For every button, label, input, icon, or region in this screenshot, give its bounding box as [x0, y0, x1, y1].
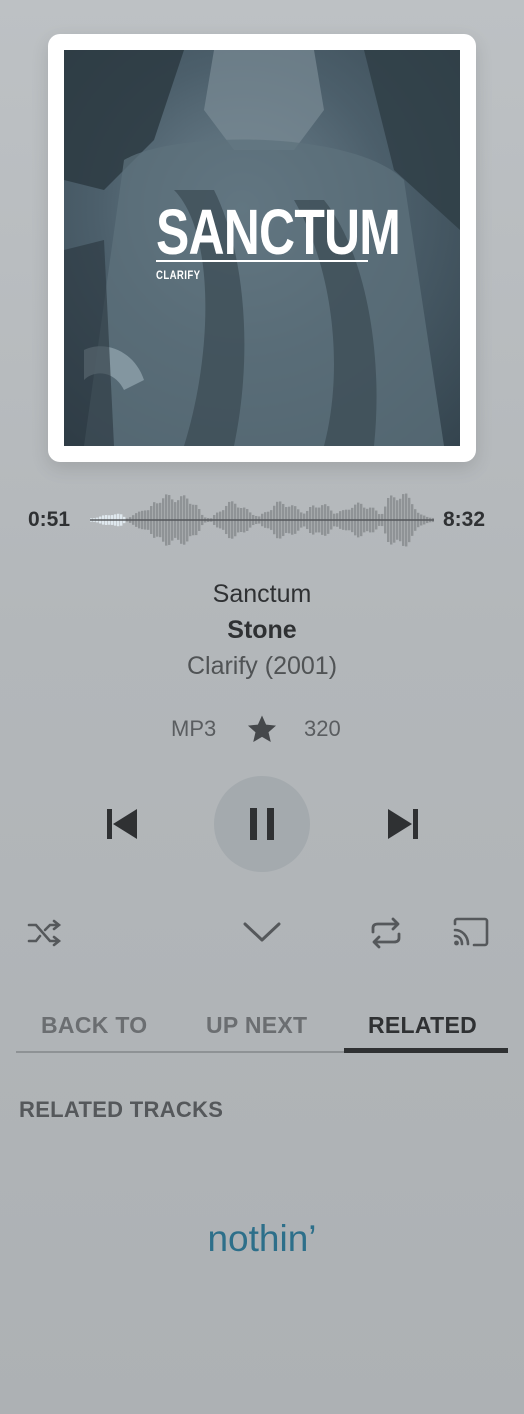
skip-next-icon[interactable]: [385, 806, 421, 842]
repeat-icon[interactable]: [368, 916, 404, 950]
total-time: 8:32: [443, 508, 486, 531]
empty-state-text: nothin’: [207, 1218, 317, 1259]
elapsed-time: 0:51: [28, 508, 71, 531]
chevron-down-icon[interactable]: [242, 918, 282, 946]
album-art-title: SANCTUM: [156, 196, 401, 268]
artist-name[interactable]: Stone: [0, 616, 524, 645]
bitrate-label: 320: [304, 716, 341, 741]
shuffle-icon[interactable]: [26, 918, 64, 948]
tab-up-next[interactable]: UP NEXT: [206, 1012, 307, 1039]
album-art-rule: [156, 260, 368, 262]
album-art-artist: CLARIFY: [156, 268, 201, 282]
tab-back-to[interactable]: BACK TO: [41, 1012, 147, 1039]
album-art-frame: SANCTUM CLARIFY: [48, 34, 476, 462]
album-name[interactable]: Clarify (2001): [0, 652, 524, 681]
waveform-seekbar[interactable]: [90, 488, 434, 552]
skip-previous-icon[interactable]: [104, 806, 140, 842]
active-tab-indicator: [344, 1048, 508, 1053]
album-art: SANCTUM CLARIFY: [64, 50, 460, 446]
song-title: Sanctum: [212, 580, 312, 608]
pause-icon: [250, 808, 274, 840]
format-label: MP3: [171, 716, 217, 741]
star-icon[interactable]: [245, 712, 279, 746]
related-tracks-heading: RELATED TRACKS: [19, 1097, 224, 1122]
cast-icon[interactable]: [452, 916, 490, 948]
play-pause-button[interactable]: [214, 776, 310, 872]
tab-related[interactable]: RELATED: [368, 1012, 477, 1039]
